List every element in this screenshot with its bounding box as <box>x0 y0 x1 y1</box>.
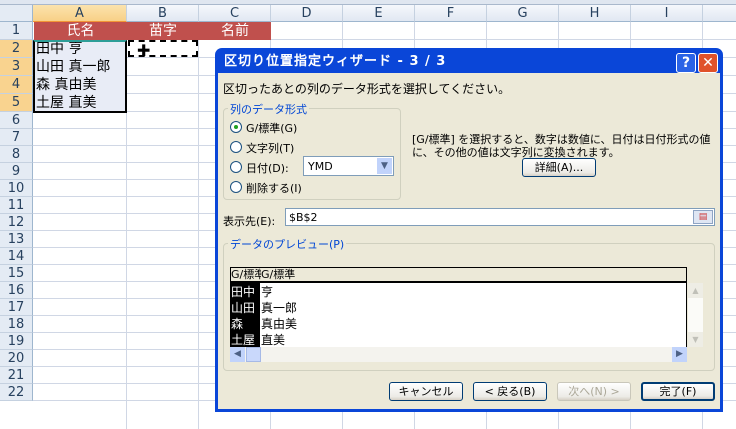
scroll-up-icon[interactable]: ▲ <box>688 283 703 298</box>
selection-range <box>33 40 127 113</box>
instruction-text: 区切ったあとの列のデータ形式を選択してください。 <box>223 82 511 96</box>
cursor-cross-icon: ✚ <box>137 41 151 60</box>
row-header-3[interactable]: 3 <box>0 58 33 76</box>
cell-B1[interactable]: 苗字 <box>127 22 199 40</box>
advanced-button[interactable]: 詳細(A)... <box>522 158 596 177</box>
column-header-E[interactable]: E <box>343 5 415 22</box>
radio-text-label[interactable]: 文字列(T) <box>246 140 294 156</box>
row-header-12[interactable]: 12 <box>0 214 33 231</box>
back-button[interactable]: < 戻る(B) <box>473 382 547 401</box>
row-header-2[interactable]: 2 <box>0 40 33 58</box>
column-header-I[interactable]: I <box>631 5 703 22</box>
preview-header-row: G/標準 G/標準 <box>230 267 687 283</box>
preview-cell: 山田 <box>231 301 256 315</box>
row-header-16[interactable]: 16 <box>0 282 33 299</box>
radio-general-label[interactable]: G/標準(G) <box>246 120 297 136</box>
row-header-20[interactable]: 20 <box>0 350 33 367</box>
help-button[interactable]: ? <box>676 53 696 73</box>
chevron-down-icon[interactable]: ▼ <box>377 158 392 174</box>
row-header-10[interactable]: 10 <box>0 180 33 197</box>
radio-date-label[interactable]: 日付(D): <box>246 160 289 176</box>
row-header-1[interactable]: 1 <box>0 22 33 40</box>
preview-cell: 田中 <box>231 285 256 299</box>
next-button: 次へ(N) > <box>557 382 631 401</box>
cell-C1[interactable]: 名前 <box>199 22 271 40</box>
date-format-select[interactable]: YMD ▼ <box>303 156 394 176</box>
destination-label: 表示先(E): <box>223 215 276 228</box>
dialog-title: 区切り位置指定ウィザード - 3 / 3 <box>224 54 447 69</box>
cell-A1[interactable]: 氏名 <box>34 22 127 40</box>
row-header-13[interactable]: 13 <box>0 231 33 248</box>
preview-vertical-scrollbar[interactable]: ▲ ▼ <box>688 283 703 347</box>
preview-header-col1: G/標準 <box>231 268 261 281</box>
scroll-right-icon[interactable]: ▶ <box>672 347 687 362</box>
row-header-17[interactable]: 17 <box>0 299 33 316</box>
column-header-G[interactable]: G <box>487 5 559 22</box>
finish-button[interactable]: 完了(F) <box>641 382 715 401</box>
preview-cell: 土屋 <box>231 333 256 347</box>
preview-cell: 亨 <box>261 285 274 299</box>
row-header-21[interactable]: 21 <box>0 367 33 384</box>
row-header-11[interactable]: 11 <box>0 197 33 214</box>
radio-general[interactable] <box>230 121 242 133</box>
scroll-left-icon[interactable]: ◀ <box>230 347 245 362</box>
radio-date[interactable] <box>230 161 242 173</box>
preview-cell: 真由美 <box>261 317 298 331</box>
row-header-6[interactable]: 6 <box>0 112 33 129</box>
preview-cell: 森 <box>231 317 244 331</box>
preview-group-label: データのプレビュー(P) <box>228 236 347 252</box>
destination-value: $B$2 <box>289 211 318 224</box>
preview-cell: 真一郎 <box>261 301 298 315</box>
column-header-A[interactable]: A <box>33 5 127 22</box>
preview-horizontal-scrollbar[interactable]: ◀ ▶ <box>230 347 687 362</box>
scroll-down-icon[interactable]: ▼ <box>688 332 703 347</box>
row-header-5[interactable]: 5 <box>0 94 33 112</box>
column-header-partial[interactable] <box>703 5 736 22</box>
column-header-C[interactable]: C <box>199 5 271 22</box>
radio-skip[interactable] <box>230 181 242 193</box>
scroll-thumb[interactable] <box>246 347 261 362</box>
cancel-button[interactable]: キャンセル <box>389 382 463 401</box>
format-group-label: 列のデータ形式 <box>228 101 309 117</box>
row-header-15[interactable]: 15 <box>0 265 33 282</box>
collapse-dialog-icon[interactable]: ▤ <box>693 210 713 224</box>
date-format-value: YMD <box>308 160 333 173</box>
destination-input[interactable]: $B$2 ▤ <box>285 208 715 226</box>
row-header-4[interactable]: 4 <box>0 76 33 94</box>
column-header-D[interactable]: D <box>271 5 343 22</box>
row-header-8[interactable]: 8 <box>0 146 33 163</box>
close-button[interactable]: ✕ <box>698 53 718 73</box>
preview-pane[interactable]: G/標準 G/標準 田中亨山田真一郎森 真由美土屋直美 <box>230 267 687 347</box>
preview-cell: 直美 <box>261 333 286 347</box>
select-all-button[interactable] <box>0 5 33 22</box>
text-to-columns-dialog: 区切り位置指定ウィザード - 3 / 3 ? ✕ 区切ったあとの列のデータ形式を… <box>215 48 723 412</box>
row-header-14[interactable]: 14 <box>0 248 33 265</box>
preview-header-col2: G/標準 <box>261 268 296 281</box>
radio-skip-label: 削除する(I) <box>246 182 302 195</box>
row-header-9[interactable]: 9 <box>0 163 33 180</box>
row-header-7[interactable]: 7 <box>0 129 33 146</box>
column-header-F[interactable]: F <box>415 5 487 22</box>
row-header-18[interactable]: 18 <box>0 316 33 333</box>
row-header-19[interactable]: 19 <box>0 333 33 350</box>
column-header-H[interactable]: H <box>559 5 631 22</box>
column-header-B[interactable]: B <box>127 5 199 22</box>
format-description: [G/標準] を選択すると、数字は数値に、日付は日付形式の値に、その他の値は文字… <box>412 133 711 159</box>
gridline <box>198 22 199 429</box>
radio-text[interactable] <box>230 141 242 153</box>
row-header-22[interactable]: 22 <box>0 384 33 401</box>
